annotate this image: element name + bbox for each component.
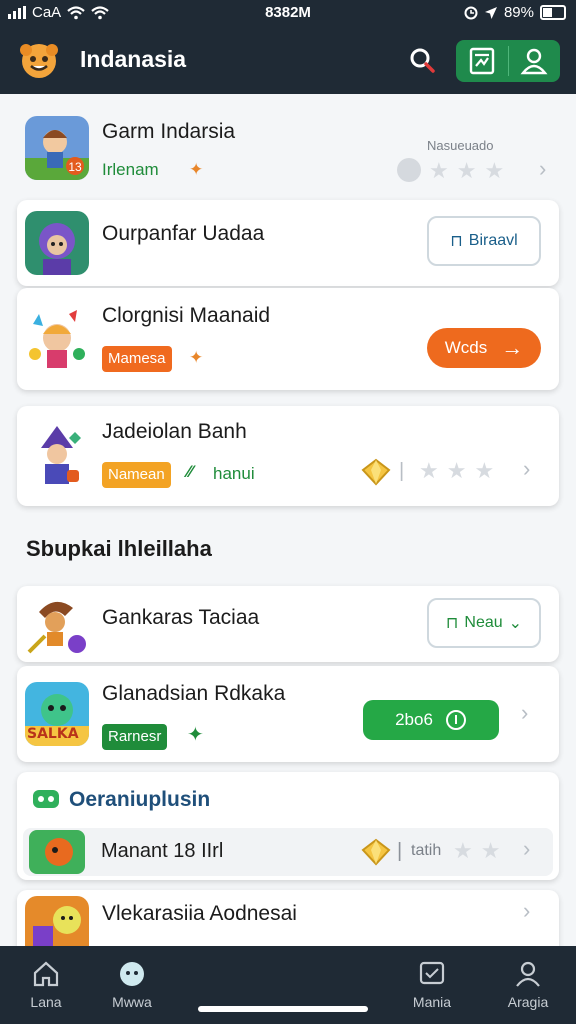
flame-icon: ✦ xyxy=(189,160,204,179)
install-button-label: Neau xyxy=(464,614,503,631)
lock-icon: ⊓ xyxy=(445,615,459,632)
nav-label: Mania xyxy=(412,994,452,1010)
home-indicator[interactable] xyxy=(198,1006,368,1012)
nav-home[interactable]: Lana xyxy=(6,954,86,1010)
app-title: Garm Indarsia xyxy=(102,120,236,143)
app-extra-label: hanui xyxy=(213,464,255,483)
update-button-label: 2bo6 xyxy=(395,710,433,729)
search-button[interactable] xyxy=(404,42,440,78)
category-tag: Mamesa xyxy=(102,346,172,372)
location-icon xyxy=(484,6,497,19)
status-bar: CaA 8382M 89% xyxy=(0,0,576,26)
gem-icon xyxy=(361,838,391,866)
app-card[interactable]: Gankaras Taciaa ⊓ Neau ⌄ xyxy=(17,586,559,662)
app-title: Indanasia xyxy=(80,46,187,72)
tasks-button[interactable] xyxy=(456,40,508,82)
nav-label: Aragia xyxy=(507,994,549,1010)
app-card[interactable]: Clorgnisi Maanaid Mamesa ✦ Wcds → xyxy=(17,288,559,390)
chevron-right-icon: › xyxy=(539,156,547,181)
download-icon xyxy=(445,710,466,730)
battery-icon xyxy=(540,5,566,20)
mascot-logo-icon xyxy=(20,44,58,78)
trend-icon: ⁄⁄ xyxy=(187,462,193,481)
play-button-label: Wcds xyxy=(444,338,488,357)
sparkle-icon: ✦ xyxy=(187,724,204,746)
nav-label: Lana xyxy=(30,994,62,1010)
separator: | xyxy=(399,460,405,482)
section-title: Sbupkai lhleillaha xyxy=(26,536,212,561)
install-button-label: Biraavl xyxy=(468,232,518,249)
app-card[interactable]: 13 Garm Indarsia Irlenam ✦ Nasueuado ★★★… xyxy=(17,108,559,194)
app-thumbnail: SALKA xyxy=(25,682,89,746)
header-actions xyxy=(456,40,560,82)
chevron-right-icon: › xyxy=(523,456,531,481)
app-thumbnail: 13 xyxy=(25,116,89,180)
profile-button[interactable] xyxy=(508,40,560,82)
app-thumbnail xyxy=(25,422,89,486)
app-title: Ourpanfar Uadaa xyxy=(102,222,265,245)
chevron-right-icon: › xyxy=(523,898,531,923)
svg-text:13: 13 xyxy=(68,160,82,174)
list-item-extra: tatih xyxy=(411,842,442,859)
app-card[interactable]: SALKA Glanadsian Rdkaka Rarnesr ✦ 2bo6 › xyxy=(17,666,559,762)
app-thumbnail xyxy=(25,592,89,656)
arrow-right-icon: → xyxy=(501,335,524,360)
nav-games[interactable]: Mwwa xyxy=(92,954,172,1010)
chevron-right-icon: › xyxy=(521,700,529,725)
search-icon xyxy=(410,48,435,73)
app-title: Jadeiolan Banh xyxy=(102,420,247,443)
chevron-right-icon: › xyxy=(523,836,531,861)
app-card[interactable]: Jadeiolan Banh Namean ⁄⁄ hanui | ★★★ › xyxy=(17,406,559,506)
rating-stars: ★★ xyxy=(453,838,509,863)
app-card[interactable]: Ourpanfar Uadaa ⊓ Biraavl xyxy=(17,200,559,286)
nav-profile[interactable]: Aragia xyxy=(488,954,568,1010)
content-list: 13 Garm Indarsia Irlenam ✦ Nasueuado ★★★… xyxy=(0,94,576,960)
category-tag: Rarnesr xyxy=(102,724,168,750)
play-button[interactable]: Wcds → xyxy=(427,328,541,368)
app-thumbnail xyxy=(25,211,89,275)
nav-messages[interactable]: Mania xyxy=(392,954,472,1010)
category-tag: Namean xyxy=(102,462,171,488)
info-icon xyxy=(397,158,421,182)
checklist-icon xyxy=(469,47,494,75)
bottom-nav: Lana Mwwa Mania Aragia xyxy=(0,946,576,1024)
app-thumbnail xyxy=(25,304,89,368)
game-face-icon xyxy=(120,962,144,986)
rating-label: Nasueuado xyxy=(427,138,494,153)
flame-icon: ✦ xyxy=(189,348,204,367)
rating-stars: ★★★ xyxy=(419,458,503,483)
list-item-title: Vlekarasiia Aodnesai xyxy=(102,902,297,925)
list-item[interactable]: Manant 18 IIrl | tatih ★★ › xyxy=(23,828,553,876)
chat-icon xyxy=(419,961,445,985)
group-title: Oeraniuplusin xyxy=(69,788,211,811)
update-button[interactable]: 2bo6 xyxy=(363,700,499,740)
group-card: Oeraniuplusin Manant 18 IIrl | tatih ★★ … xyxy=(17,772,559,880)
controller-icon xyxy=(33,790,59,808)
lock-icon: ⊓ xyxy=(450,233,463,250)
install-button[interactable]: ⊓ Biraavl xyxy=(427,216,541,266)
alarm-icon xyxy=(464,6,478,19)
app-title: Glanadsian Rdkaka xyxy=(102,682,286,705)
install-button[interactable]: ⊓ Neau ⌄ xyxy=(427,598,541,648)
thumb-caption: SALKA xyxy=(27,726,79,742)
list-item-title: Manant 18 IIrl xyxy=(101,840,224,862)
battery-percent: 89% xyxy=(503,4,534,21)
app-title: Clorgnisi Maanaid xyxy=(102,304,271,327)
app-title: Gankaras Taciaa xyxy=(102,606,260,629)
home-icon xyxy=(33,961,59,987)
rating-stars: ★★★ xyxy=(429,158,513,183)
app-subtitle: Irlenam xyxy=(102,160,159,179)
gem-icon xyxy=(361,458,391,486)
separator: | xyxy=(397,840,403,862)
chevron-down-icon: ⌄ xyxy=(508,615,523,632)
list-thumbnail xyxy=(29,830,85,874)
user-icon xyxy=(520,48,548,75)
nav-label: Mwwa xyxy=(112,994,152,1010)
app-bar: Indanasia xyxy=(0,26,576,94)
user-icon xyxy=(516,961,540,987)
